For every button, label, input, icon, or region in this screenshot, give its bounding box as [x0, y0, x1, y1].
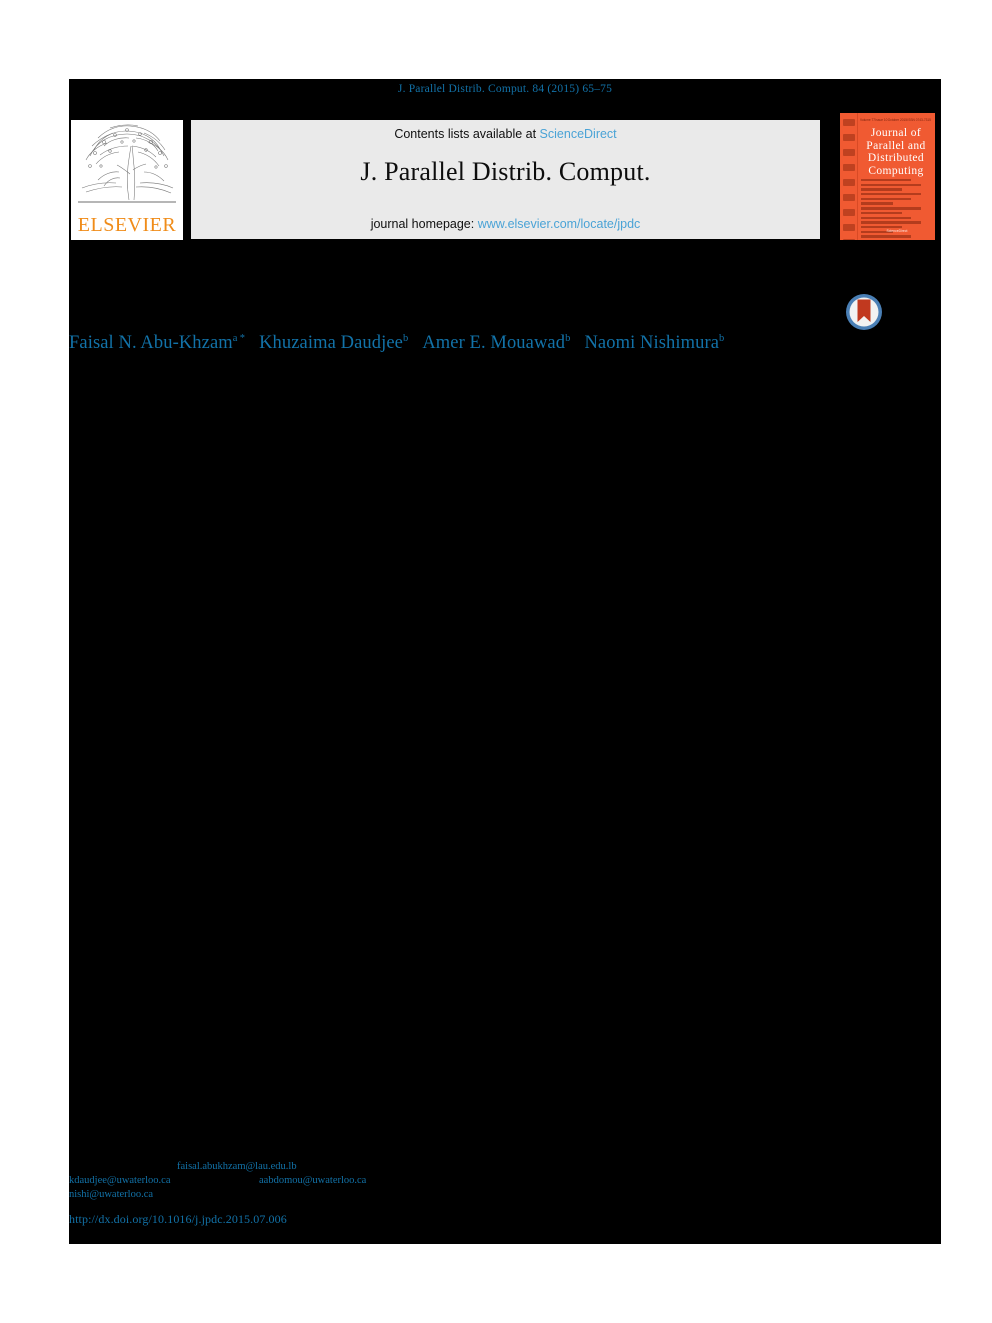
journal-title: J. Parallel Distrib. Comput.	[360, 157, 651, 186]
email-row-2: kdaudjee@uwaterloo.ca aabdomou@uwaterloo…	[69, 1174, 489, 1188]
cover-top-bar: Volume 77 Issue 10 October 2015 ISSN 074…	[860, 118, 931, 124]
elsevier-wordmark: ELSEVIER	[77, 213, 177, 236]
cover-title: Journal of Parallel and Distributed Comp…	[860, 127, 932, 177]
cover-issn: ISSN 0743-7315	[907, 118, 931, 122]
author-4-affiliation-marks: b	[719, 332, 725, 344]
homepage-prefix: journal homepage:	[370, 217, 478, 231]
contents-lists-prefix: Contents lists available at	[394, 127, 540, 141]
elsevier-tree-icon	[74, 122, 180, 210]
contents-lists-line: Contents lists available at ScienceDirec…	[191, 127, 820, 141]
footnote-email-block: faisal.abukhzam@lau.edu.lb kdaudjee@uwat…	[69, 1160, 489, 1202]
author-2-name: Khuzaima Daudjee	[259, 333, 403, 353]
author-4: Naomi Nishimurab	[584, 333, 724, 353]
doi-link[interactable]: http://dx.doi.org/10.1016/j.jpdc.2015.07…	[69, 1212, 287, 1227]
email-link-1[interactable]: faisal.abukhzam@lau.edu.lb	[177, 1161, 297, 1172]
author-2-affiliation-marks: b	[402, 332, 409, 344]
cover-spine	[840, 113, 858, 240]
journal-masthead: ELSEVIER Contents lists available at Sci…	[69, 113, 941, 240]
email-row-1: faisal.abukhzam@lau.edu.lb	[69, 1160, 489, 1174]
cover-volume: Volume 77	[860, 118, 876, 122]
running-head: J. Parallel Distrib. Comput. 84 (2015) 6…	[397, 83, 613, 95]
email-link-2[interactable]: kdaudjee@uwaterloo.ca	[69, 1174, 171, 1188]
author-1-name: Faisal N. Abu-Khzam	[69, 333, 233, 353]
email-link-3[interactable]: aabdomou@uwaterloo.ca	[259, 1174, 366, 1188]
author-line: Faisal N. Abu-Khzama * Khuzaima Daudjeeb A…	[69, 331, 829, 355]
cover-title-line-2: Parallel and	[866, 139, 926, 152]
cover-footer: ScienceDirect	[886, 229, 908, 233]
author-4-name: Naomi Nishimura	[584, 333, 720, 353]
author-2: Khuzaima Daudjeeb	[259, 333, 408, 353]
author-1: Faisal N. Abu-Khzama *	[69, 333, 245, 353]
author-3-affiliation-marks: b	[565, 332, 571, 344]
journal-cover-thumbnail: Volume 77 Issue 10 October 2015 ISSN 074…	[840, 113, 935, 240]
cover-title-line-1: Journal of	[870, 127, 922, 139]
author-3: Amer E. Mouawadb	[422, 333, 570, 353]
email-row-3: nishi@uwaterloo.ca	[69, 1188, 489, 1202]
cover-title-line-3: Distributed	[867, 152, 925, 164]
cover-spine-marks	[843, 119, 855, 240]
cover-issue: Issue 10	[875, 118, 888, 122]
page-body-redacted	[69, 79, 941, 1244]
author-3-name: Amer E. Mouawad	[422, 333, 566, 353]
cover-title-line-4: Computing	[868, 164, 924, 177]
crossmark-badge-icon[interactable]	[845, 293, 883, 331]
journal-homepage-line: journal homepage: www.elsevier.com/locat…	[191, 217, 820, 231]
journal-homepage-link[interactable]: www.elsevier.com/locate/jpdc	[478, 217, 641, 231]
author-1-affiliation-marks: a *	[232, 332, 246, 344]
email-link-4[interactable]: nishi@uwaterloo.ca	[69, 1189, 153, 1200]
cover-date: October 2015	[887, 118, 908, 122]
sciencedirect-link[interactable]: ScienceDirect	[540, 127, 617, 141]
journal-banner: Contents lists available at ScienceDirec…	[191, 120, 820, 239]
elsevier-logo: ELSEVIER	[71, 120, 183, 240]
